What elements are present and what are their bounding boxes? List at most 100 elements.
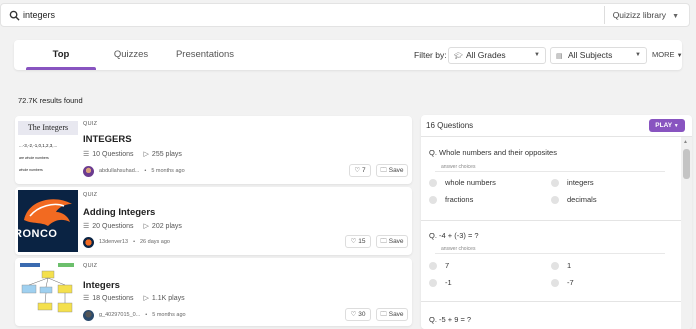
author-name[interactable]: 13denver13 [99,239,128,245]
result-card[interactable]: The Integers ...-3,-2,-1,0,1,2,3,... are… [15,116,412,184]
save-button[interactable]: 🗀︎ Save [376,235,408,248]
play-icon: ▷ [143,223,149,230]
folder-icon: 🗀︎ [380,238,387,245]
subjects-select[interactable]: ▤ All Subjects ▼ [550,47,647,64]
search-bar: Quizizz library ▼ [0,3,690,27]
library-select-label: Quizizz library [612,10,667,20]
chevron-down-icon: ▼ [672,13,679,20]
like-count: 7 [362,167,366,174]
tab-presentations[interactable]: Presentations [166,40,244,70]
horse-logo [24,199,72,226]
result-card[interactable]: QUIZ Integers ☰ 18 Questions ▷ 1.1K plays g… [15,258,412,326]
search-icon [9,10,20,21]
scrollbar[interactable]: ▲ [681,137,692,329]
quiz-badge: QUIZ [83,263,98,269]
like-button[interactable]: ♡ 7 [349,164,371,177]
question-count: 10 Questions [92,151,134,158]
scroll-up-icon[interactable]: ▲ [683,139,688,145]
option-text: 1 [567,261,572,270]
radio-icon [551,261,559,270]
answer-option: -1 [429,278,452,287]
save-button[interactable]: 🗀︎ Save [376,308,408,321]
like-count: 15 [358,238,366,245]
question-text: Q. Whole numbers and their opposites [429,148,557,157]
graduation-cap-icon: 🎓︎ [454,53,463,60]
question-count: 16 Questions [426,121,474,130]
chevron-down-icon: ▼ [673,123,679,129]
like-button[interactable]: ♡ 30 [345,308,371,321]
timestamp: 5 months ago [151,168,185,174]
thumbnail-text: ...-3,-2,-1,0,1,2,3,... [19,143,58,148]
option-text: -1 [445,278,452,287]
filter-label: Filter by: [414,50,447,60]
save-label: Save [388,167,404,174]
radio-icon [429,278,437,287]
result-card[interactable]: RONCO QUIZ Adding Integers ☰ 20 Questions… [15,187,412,255]
author-row: g_40297015_0... • 5 months ago [83,309,186,321]
quiz-meta: ☰ 10 Questions ▷ 255 plays [83,150,182,158]
question-item: Q. -5 + 9 = ? [421,303,681,329]
question-preview-panel: 16 Questions PLAY ▼ Q. Whole numbers and… [421,115,692,329]
quiz-title[interactable]: INTEGERS [83,134,132,145]
avatar [83,165,94,177]
radio-icon [429,178,437,187]
author-row: 13denver13 • 26 days ago [83,236,170,248]
scrollbar-thumb[interactable] [683,149,690,179]
quiz-title[interactable]: Adding Integers [83,207,155,218]
heart-icon: ♡ [350,238,357,245]
list-icon: ☰ [83,151,90,158]
divider [435,253,665,254]
answer-option: integers [551,178,594,187]
option-text: integers [567,178,594,187]
thumbnail-text: are whole numbers [19,156,49,160]
quiz-title[interactable]: Integers [83,280,120,291]
play-count: 202 plays [151,223,182,230]
quiz-badge: QUIZ [83,192,98,198]
tab-label: Presentations [175,49,235,60]
active-tab-indicator [26,67,96,70]
heart-icon: ♡ [350,311,357,318]
tab-label: Top [52,49,70,60]
thumbnail-text: RONCO [18,228,58,240]
play-count: 1.1K plays [151,295,185,302]
subjects-select-label: All Subjects [568,50,613,60]
divider [435,171,665,172]
play-label: PLAY [655,122,672,129]
option-text: whole numbers [445,178,496,187]
play-button[interactable]: PLAY ▼ [649,119,685,132]
book-icon: ▤ [556,53,563,60]
radio-icon [551,178,559,187]
save-button[interactable]: 🗀︎ Save [376,164,408,177]
play-count: 255 plays [151,151,182,158]
tab-quizzes[interactable]: Quizzes [106,40,156,70]
quiz-thumbnail: RONCO [18,190,78,252]
like-button[interactable]: ♡ 15 [345,235,371,248]
avatar [83,309,94,321]
preview-header: 16 Questions PLAY ▼ [421,115,692,137]
answer-choices-label: answer choices [441,246,476,252]
answer-option: 7 [429,261,449,270]
library-select[interactable]: Quizizz library ▼ [603,6,689,24]
question-count: 20 Questions [92,223,134,230]
heart-icon: ♡ [354,167,361,174]
grades-select-label: All Grades [466,50,506,60]
question-text: Q. -5 + 9 = ? [429,315,472,324]
grades-select[interactable]: 🎓︎ All Grades ▼ [448,47,546,64]
save-label: Save [388,311,404,318]
quiz-thumbnail: The Integers ...-3,-2,-1,0,1,2,3,... are… [18,119,78,181]
save-label: Save [388,238,404,245]
answer-option: decimals [551,195,597,204]
folder-icon: 🗀︎ [380,311,387,318]
answer-choices-label: answer choices [441,164,476,170]
question-count: 18 Questions [92,295,134,302]
author-name[interactable]: g_40297015_0... [99,312,140,318]
search-input[interactable] [23,7,583,23]
tab-label: Quizzes [113,49,149,60]
author-name[interactable]: abdullahsuhad... [99,168,139,174]
question-item: Q. -4 + (-3) = ? answer choices 7 1 -1 -… [421,222,681,302]
more-filters-button[interactable]: MORE ▼ [652,40,683,71]
tab-top[interactable]: Top [26,40,96,70]
option-text: fractions [445,195,474,204]
more-label: MORE [652,50,675,59]
list-icon: ☰ [83,295,90,302]
